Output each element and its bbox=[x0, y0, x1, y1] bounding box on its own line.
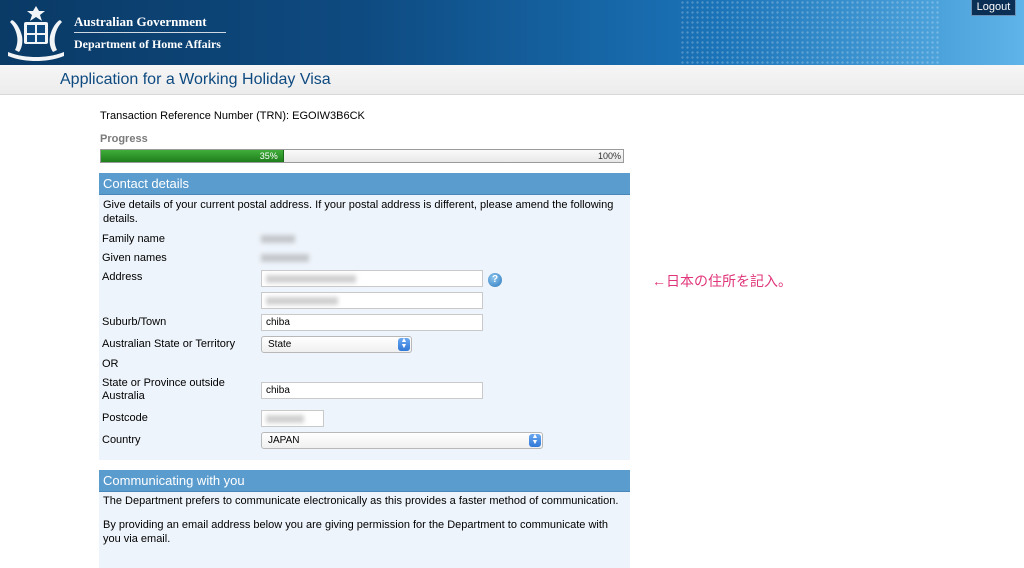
chevron-updown-icon: ▲ ▼ bbox=[529, 433, 541, 447]
progress-end-text: 100% bbox=[597, 151, 621, 161]
title-bar: Application for a Working Holiday Visa bbox=[0, 65, 1024, 95]
given-names-label: Given names bbox=[102, 252, 167, 264]
logout-button[interactable]: Logout bbox=[971, 0, 1016, 16]
communicating-heading: Communicating with you bbox=[99, 470, 630, 492]
gov-line-1: Australian Government bbox=[74, 14, 207, 29]
communicating-para-2: By providing an email address below you … bbox=[103, 519, 609, 545]
contact-details-heading: Contact details bbox=[99, 173, 630, 195]
chevron-updown-icon: ▲ ▼ bbox=[398, 337, 410, 351]
australia-map-graphic bbox=[680, 0, 940, 65]
page-title: Application for a Working Holiday Visa bbox=[60, 71, 331, 88]
annotation-note: ←日本の住所を記入。 bbox=[652, 273, 792, 289]
state-select[interactable]: State ▲ ▼ bbox=[261, 336, 412, 353]
family-name-value bbox=[261, 235, 295, 243]
contact-intro-text: Give details of your current postal addr… bbox=[103, 199, 614, 225]
address-line-2-input[interactable] bbox=[261, 292, 483, 309]
progress-fill: 35% bbox=[101, 150, 284, 162]
help-icon[interactable]: ? bbox=[488, 273, 502, 287]
contact-details-section: Contact details Give details of your cur… bbox=[99, 173, 630, 460]
country-label: Country bbox=[102, 434, 141, 446]
communicating-section: Communicating with you The Department pr… bbox=[99, 470, 630, 568]
province-label: State or Province outside Australia bbox=[102, 377, 225, 403]
country-select[interactable]: JAPAN ▲ ▼ bbox=[261, 432, 543, 449]
coat-of-arms-icon bbox=[8, 6, 64, 61]
progress-bar: 35% 100% bbox=[100, 149, 624, 163]
country-select-value: JAPAN bbox=[268, 435, 300, 446]
trn-text: Transaction Reference Number (TRN): EGOI… bbox=[100, 110, 365, 122]
progress-label: Progress bbox=[100, 133, 148, 145]
address-label: Address bbox=[102, 271, 143, 283]
state-select-value: State bbox=[268, 339, 292, 350]
state-label: Australian State or Territory bbox=[102, 338, 236, 350]
province-label-line-2: Australia bbox=[102, 390, 145, 402]
communicating-para-1: The Department prefers to communicate el… bbox=[103, 495, 619, 507]
site-header: Australian Government Department of Home… bbox=[0, 0, 1024, 65]
province-label-line-1: State or Province outside bbox=[102, 377, 225, 389]
or-label: OR bbox=[102, 358, 119, 370]
header-divider bbox=[74, 32, 226, 33]
postcode-label: Postcode bbox=[102, 412, 148, 424]
given-names-value bbox=[261, 254, 309, 262]
progress-current-text: 35% bbox=[259, 151, 278, 161]
family-name-label: Family name bbox=[102, 233, 165, 245]
province-input[interactable]: chiba bbox=[261, 382, 483, 399]
suburb-label: Suburb/Town bbox=[102, 316, 167, 328]
postcode-input[interactable] bbox=[261, 410, 324, 427]
suburb-input[interactable]: chiba bbox=[261, 314, 483, 331]
address-line-1-input[interactable] bbox=[261, 270, 483, 287]
gov-line-2: Department of Home Affairs bbox=[74, 37, 221, 51]
